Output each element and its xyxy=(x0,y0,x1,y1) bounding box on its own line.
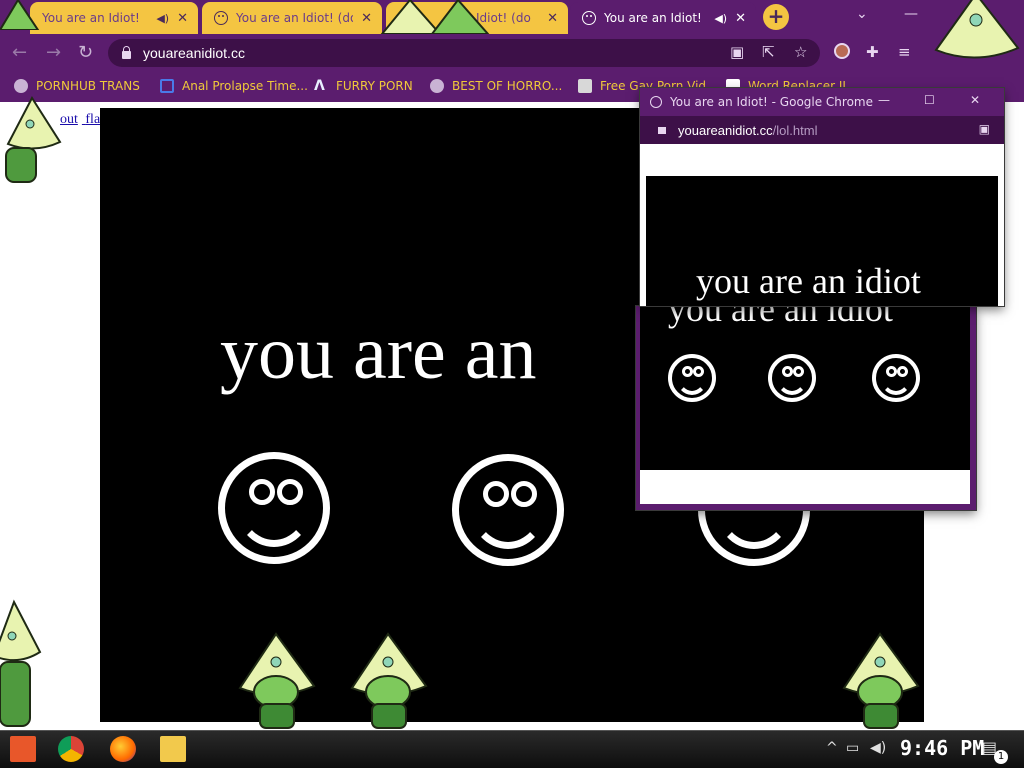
close-icon[interactable]: ✕ xyxy=(361,11,372,26)
peridot-sticker xyxy=(5,96,62,183)
screen: You are an Idiot! ◀) ✕ You are an Idiot!… xyxy=(0,0,1024,768)
smiley-face-icon xyxy=(452,454,564,566)
close-icon[interactable]: ✕ xyxy=(970,93,980,107)
peridot-sticker xyxy=(350,632,428,729)
bookmark-label: FURRY PORN xyxy=(336,79,413,93)
close-icon[interactable]: ✕ xyxy=(547,11,558,26)
forward-icon[interactable]: → xyxy=(46,42,61,63)
peridot-sticker xyxy=(0,599,42,727)
tab-title: You are an Idiot! xyxy=(42,11,140,25)
smiley-favicon-icon xyxy=(214,11,228,25)
notification-badge: 1 xyxy=(994,750,1008,764)
lock-icon xyxy=(658,126,666,134)
popup-blocked-icon[interactable]: ▣ xyxy=(730,43,744,61)
popup-url-host: youareanidiot.cc xyxy=(678,122,773,138)
share-icon[interactable]: ⇱ xyxy=(762,43,775,61)
minimize-icon[interactable]: — xyxy=(878,93,890,107)
peridot-sticker xyxy=(380,0,490,34)
popup-titlebar[interactable]: You are an Idiot! - Google Chrome — ☐ ✕ xyxy=(640,88,1004,116)
smiley-favicon-icon xyxy=(582,11,596,25)
media-icon[interactable]: ≡ xyxy=(898,43,911,61)
bookmark-label: Anal Prolapse Time... xyxy=(182,79,308,93)
smiley-face-icon xyxy=(668,354,716,402)
smiley-face-icon xyxy=(872,354,920,402)
close-icon[interactable]: ✕ xyxy=(735,11,746,26)
popup-white-band xyxy=(640,470,970,504)
smiley-favicon-icon xyxy=(650,96,662,108)
smiley-face-icon xyxy=(768,354,816,402)
bookmark-favicon-icon xyxy=(578,79,592,93)
smiley-face-icon xyxy=(218,452,330,564)
peridot-sticker xyxy=(934,0,1020,59)
taskbar-clock[interactable]: 9:46 PM xyxy=(900,736,984,760)
bookmark-label: BEST OF HORRO... xyxy=(452,79,563,93)
popup-stage: you are an idiot xyxy=(640,306,970,470)
idiot-text: you are an xyxy=(220,311,537,395)
file-explorer-icon[interactable] xyxy=(160,736,186,762)
peridot-sticker xyxy=(0,0,40,30)
firefox-taskbar-icon[interactable] xyxy=(110,736,136,762)
popup-idiot-text: you are an idiot xyxy=(668,306,893,329)
address-url[interactable]: youareanidiot.cc xyxy=(143,45,245,61)
speaker-icon[interactable]: ◀) xyxy=(156,12,169,25)
bookmark-item[interactable]: BEST OF HORRO... xyxy=(430,79,562,93)
globe-icon xyxy=(14,79,28,93)
maximize-icon[interactable]: ☐ xyxy=(924,93,935,107)
popup-window-back[interactable]: you are an idiot xyxy=(636,306,976,510)
tab-title: You are an Idiot! xyxy=(604,11,702,25)
tab-search-icon[interactable]: ⌄ xyxy=(856,6,868,22)
lambda-icon: Λ xyxy=(314,78,325,94)
bookmark-label: PORNHUB TRANS xyxy=(36,79,140,93)
lock-icon[interactable] xyxy=(122,45,131,59)
tab-2[interactable]: You are an Idiot! (do ✕ xyxy=(202,2,382,34)
globe-icon xyxy=(430,79,444,93)
reload-icon[interactable]: ↻ xyxy=(78,42,93,63)
new-tab-button[interactable]: + xyxy=(763,4,789,30)
network-icon[interactable]: ▭ xyxy=(846,740,859,756)
peridot-sticker xyxy=(238,632,316,729)
speaker-icon[interactable]: ◀) xyxy=(714,12,727,25)
bookmark-item[interactable]: Λ FURRY PORN xyxy=(314,79,413,93)
minimize-icon[interactable]: — xyxy=(904,6,918,22)
popup-url-path: /lol.html xyxy=(772,122,818,138)
tab-title: You are an Idiot! (do xyxy=(236,11,354,25)
extensions-icon[interactable]: ✚ xyxy=(866,43,879,61)
popup-title: You are an Idiot! - Google Chrome xyxy=(670,95,873,109)
popup-stage: you are an idiot xyxy=(646,176,998,306)
avatar[interactable] xyxy=(834,43,850,59)
volume-icon[interactable]: ◀) xyxy=(870,740,886,756)
tab-1[interactable]: You are an Idiot! ◀) ✕ xyxy=(30,2,198,34)
chrome-taskbar-icon[interactable] xyxy=(58,736,84,762)
address-bar[interactable]: youareanidiot.cc xyxy=(108,39,820,67)
start-button-icon[interactable] xyxy=(10,736,36,762)
popup-idiot-text: you are an idiot xyxy=(696,261,921,301)
back-icon[interactable]: ← xyxy=(12,42,27,63)
tab-4-active[interactable]: You are an Idiot! ◀) ✕ xyxy=(570,2,756,34)
toolbar: ← → ↻ youareanidiot.cc ▣ ⇱ ☆ ✚ ≡ xyxy=(0,34,1024,72)
close-icon[interactable]: ✕ xyxy=(177,11,188,26)
bookmark-favicon-icon xyxy=(160,79,174,93)
bookmark-star-icon[interactable]: ☆ xyxy=(794,43,807,61)
peridot-sticker xyxy=(842,632,920,729)
bookmark-item[interactable]: Anal Prolapse Time... xyxy=(160,79,308,93)
popup-window-front[interactable]: You are an Idiot! - Google Chrome — ☐ ✕ … xyxy=(640,88,1004,306)
popup-address-bar[interactable]: youareanidiot.cc/lol.html ▣ xyxy=(640,116,1004,144)
popup-blocked-icon[interactable]: ▣ xyxy=(979,122,990,136)
chevron-up-icon[interactable]: ^ xyxy=(826,740,838,756)
tab-strip: You are an Idiot! ◀) ✕ You are an Idiot!… xyxy=(0,0,1024,34)
bookmark-item[interactable]: PORNHUB TRANS xyxy=(14,79,140,93)
